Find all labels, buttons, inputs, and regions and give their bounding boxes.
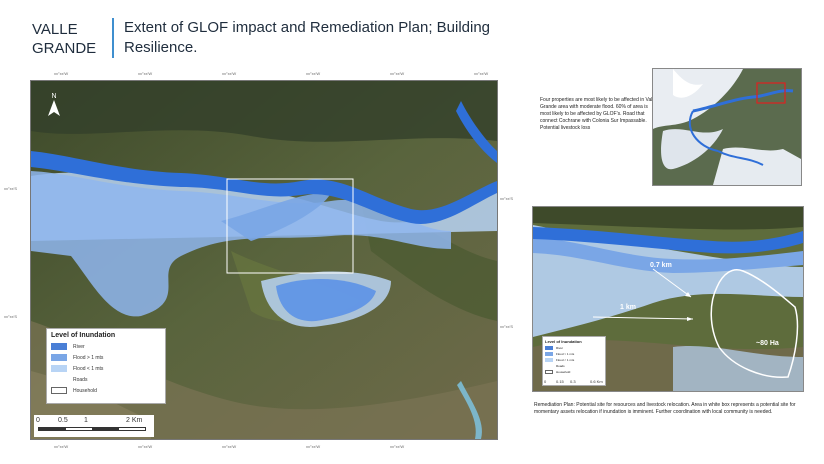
coord-label-left: xx°xx'S: [4, 314, 18, 319]
scale-label: 0.6 Km: [590, 379, 603, 384]
overview-map-image: [653, 69, 801, 185]
detail-legend-title: Level of Inundation: [545, 339, 582, 344]
scale-label: 1: [84, 417, 88, 424]
scale-label: 0.15: [556, 379, 564, 384]
coord-label-top: xx°xx'W: [306, 71, 321, 76]
coord-label-top: xx°xx'W: [138, 71, 153, 76]
coord-label-bottom: xx°xx'W: [54, 444, 69, 449]
coord-label-right: xx°xx'S: [500, 196, 514, 201]
legend-swatch: [51, 343, 67, 350]
coord-label-left: xx°xx'S: [4, 186, 18, 191]
scale-label: 0: [544, 379, 547, 384]
scale-bar: 0 0.5 1 2 Km: [34, 415, 154, 437]
legend-swatch: [545, 352, 553, 356]
legend-item-flood-shallow: Flood < 1 mts: [51, 363, 161, 374]
legend-item-household: Household: [51, 385, 161, 396]
legend-item-river: River: [51, 341, 161, 352]
overview-inset-map[interactable]: [652, 68, 802, 186]
legend-swatch: [545, 370, 553, 374]
legend-swatch: [545, 358, 553, 362]
scale-label: 0.5: [58, 417, 68, 424]
coord-label-top: xx°xx'W: [474, 71, 489, 76]
legend-label: Flood > 1 mts: [556, 352, 575, 356]
legend-swatch: [51, 376, 67, 383]
coord-label-bottom: xx°xx'W: [390, 444, 405, 449]
map-legend: Level of Inundation River Flood > 1 mts …: [46, 328, 166, 404]
legend-label: Flood < 1 mts: [73, 365, 104, 372]
coord-label-top: xx°xx'W: [222, 71, 237, 76]
legend-label: Household: [556, 370, 571, 374]
svg-text:N: N: [51, 93, 56, 100]
coord-label-bottom: xx°xx'W: [138, 444, 153, 449]
title-divider: [112, 18, 114, 58]
legend-label: Roads: [556, 364, 565, 368]
detail-scale-bar: 0 0.15 0.3 0.6 Km: [542, 379, 606, 387]
legend-swatch: [51, 354, 67, 361]
legend-item-flood-deep: Flood > 1 mts: [51, 352, 161, 363]
legend-item-roads: Roads: [51, 374, 161, 385]
legend-swatch: [545, 346, 553, 350]
coord-label-top: xx°xx'W: [54, 71, 69, 76]
legend-label: Flood < 1 mts: [556, 358, 575, 362]
area-label: ~80 Ha: [756, 340, 779, 347]
impact-summary: Four properties are most likely to be af…: [540, 97, 657, 131]
detail-legend-item: Household: [545, 369, 603, 375]
legend-label: River: [73, 343, 85, 350]
scale-label: 2 Km: [126, 417, 143, 424]
distance-label-2: 1 km: [620, 304, 636, 311]
coord-label-top: xx°xx'W: [390, 71, 405, 76]
scale-bar-graphic: [38, 427, 146, 431]
coord-label-bottom: xx°xx'W: [222, 444, 237, 449]
legend-label: Household: [73, 387, 97, 394]
legend-label: Flood > 1 mts: [73, 354, 104, 361]
legend-swatch: [51, 365, 67, 372]
page-title: Extent of GLOF impact and Remediation Pl…: [124, 19, 491, 56]
distance-label-1: 0.7 km: [650, 262, 672, 269]
legend-label: River: [556, 346, 564, 350]
coord-label-bottom: xx°xx'W: [306, 444, 321, 449]
legend-title: Level of Inundation: [51, 332, 116, 339]
remediation-plan-text: Remediation Plan: Potential site for res…: [534, 402, 796, 415]
legend-swatch: [545, 364, 553, 368]
scale-label: 0: [36, 417, 40, 424]
north-arrow-icon: N: [48, 93, 60, 116]
legend-swatch: [51, 387, 67, 394]
coord-label-right: xx°xx'S: [500, 324, 514, 329]
scale-label: 0.3: [570, 379, 576, 384]
place-title: VALLE GRANDE: [32, 21, 97, 57]
legend-label: Roads: [73, 376, 88, 383]
